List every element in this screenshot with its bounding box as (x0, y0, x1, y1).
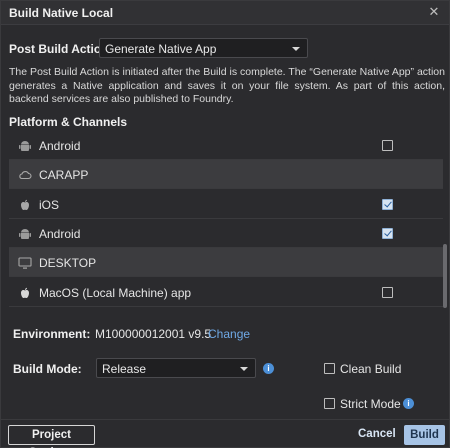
project-settings-button[interactable]: Project Settings (8, 425, 95, 448)
platform-checkbox[interactable] (382, 140, 393, 151)
post-build-action-value: Generate Native App (105, 42, 217, 56)
environment-change-link[interactable]: Change (208, 327, 250, 341)
dialog-title: Build Native Local (9, 6, 114, 20)
android-icon (19, 141, 31, 151)
post-build-action-select[interactable]: Generate Native App (99, 38, 308, 58)
platform-row-ios[interactable]: iOS (9, 190, 443, 219)
channel-header-carapp: CARAPP (9, 160, 443, 189)
build-mode-value: Release (102, 362, 147, 376)
android-icon (19, 229, 31, 239)
platform-label: Android (39, 227, 81, 241)
platform-label: iOS (39, 198, 60, 212)
build-button[interactable]: Build (404, 425, 445, 445)
environment-value: M100000012001 v9.5 (95, 327, 212, 341)
environment-label: Environment: (13, 327, 91, 341)
post-build-description: The Post Build Action is initiated after… (9, 66, 445, 105)
apple-icon (21, 287, 29, 298)
title-bar: Build Native Local ✕ (1, 1, 449, 25)
info-icon[interactable]: i (403, 398, 414, 409)
platform-row-android[interactable]: Android (9, 131, 443, 160)
clean-build-label: Clean Build (340, 362, 402, 376)
platform-label: Android (39, 139, 81, 153)
cloud-icon (19, 170, 32, 180)
channel-header-desktop: DESKTOP (9, 248, 443, 277)
monitor-icon (18, 257, 32, 269)
strict-mode-checkbox[interactable] (324, 398, 335, 409)
close-icon[interactable]: ✕ (427, 5, 441, 19)
clean-build-checkbox[interactable] (324, 363, 335, 374)
platform-row-macos[interactable]: MacOS (Local Machine) app (9, 278, 443, 307)
channel-header-label: CARAPP (39, 168, 89, 182)
apple-icon (21, 199, 29, 210)
footer-divider (1, 419, 449, 420)
platform-row-android[interactable]: Android (9, 219, 443, 248)
platform-checkbox[interactable] (382, 287, 393, 298)
chevron-down-icon (292, 47, 300, 51)
platform-checkbox[interactable] (382, 228, 393, 239)
list-scrollbar-thumb[interactable] (443, 244, 447, 308)
platform-list[interactable]: Android CARAPP iOS Android DESKTOP MacOS… (9, 131, 443, 311)
strict-mode-label: Strict Mode (340, 397, 401, 411)
info-icon[interactable]: i (263, 363, 274, 374)
post-build-action-label: Post Build Action (9, 42, 109, 56)
build-native-local-dialog: Build Native Local ✕ Post Build Action G… (0, 0, 450, 448)
platform-channels-label: Platform & Channels (9, 115, 128, 129)
build-mode-label: Build Mode: (13, 362, 82, 376)
cancel-button[interactable]: Cancel (358, 428, 396, 440)
chevron-down-icon (240, 367, 248, 371)
channel-header-label: DESKTOP (39, 256, 97, 270)
platform-label: MacOS (Local Machine) app (39, 286, 192, 300)
platform-checkbox[interactable] (382, 199, 393, 210)
build-mode-select[interactable]: Release (96, 358, 256, 378)
